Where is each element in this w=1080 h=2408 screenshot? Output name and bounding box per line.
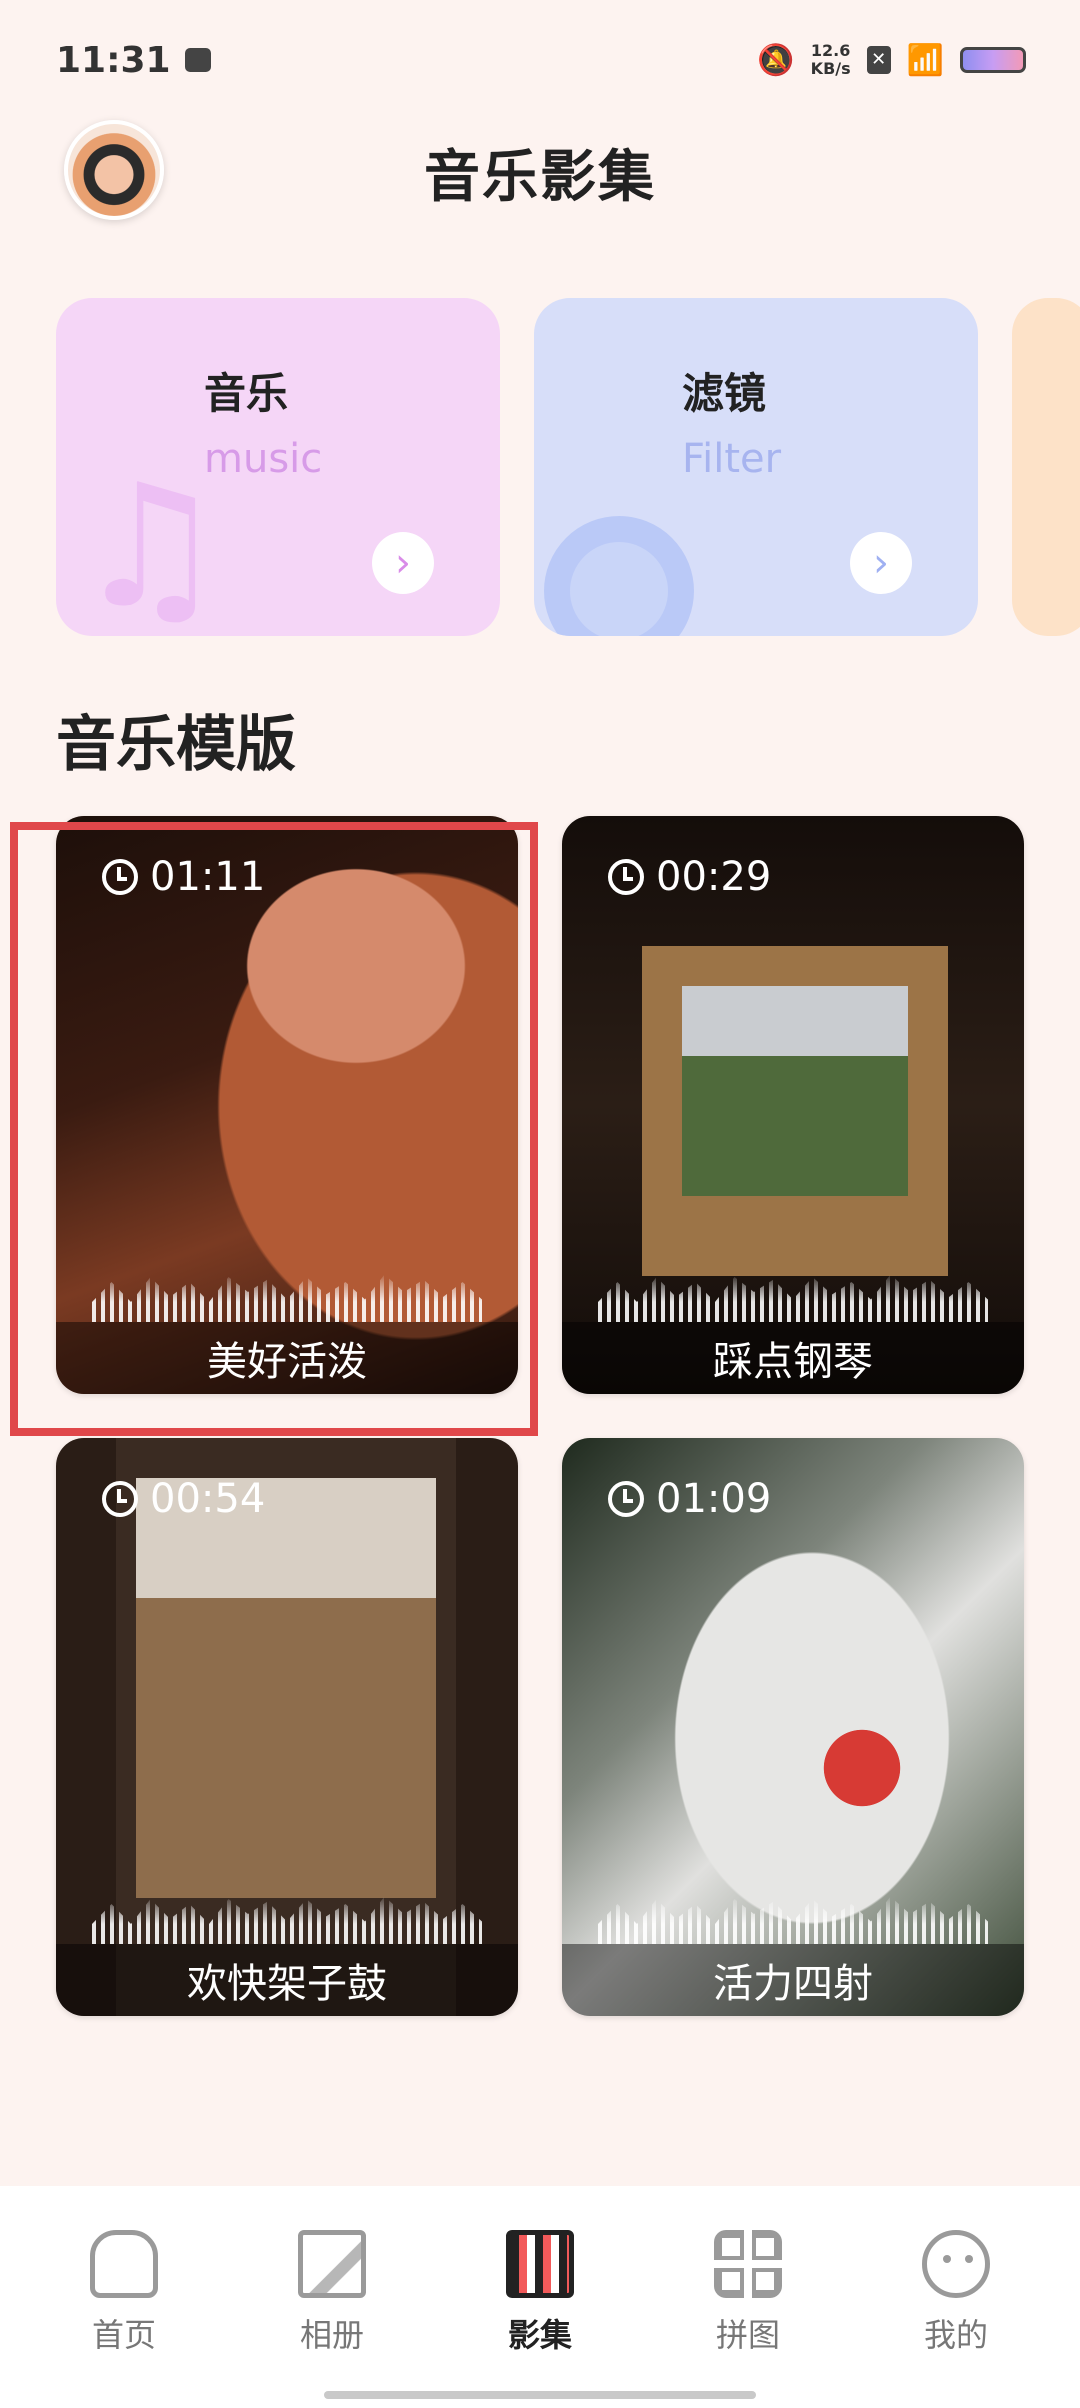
network-speed-unit: KB/s <box>810 59 851 78</box>
duration-text: 00:54 <box>150 1476 266 1522</box>
duration-text: 01:11 <box>150 854 266 900</box>
feature-card-filter[interactable]: 滤镜 Filter › <box>534 298 978 636</box>
template-duration: 01:11 <box>102 854 265 900</box>
feature-card-subtitle: Filter <box>682 436 782 482</box>
wifi-icon: 📶 <box>906 42 944 78</box>
nav-item-puzzle[interactable]: 拼图 <box>658 2186 838 2408</box>
clock-icon <box>608 1481 644 1517</box>
status-right: 🔕 12.6 KB/s ✕ 📶 <box>757 42 1026 78</box>
nav-label: 拼图 <box>715 2316 780 2354</box>
nav-item-home[interactable]: 首页 <box>34 2186 214 2408</box>
template-label: 美好活泼 <box>56 1322 518 1394</box>
home-icon <box>90 2230 158 2298</box>
template-card[interactable]: 01:11 美好活泼 <box>56 816 518 1394</box>
puzzle-grid-icon <box>714 2230 782 2298</box>
feature-card-music[interactable]: ♫ 音乐 music › <box>56 298 500 636</box>
album-icon <box>298 2230 366 2298</box>
bottom-nav: 首页 相册 影集 拼图 我的 <box>0 2186 1080 2408</box>
chevron-right-icon[interactable]: › <box>372 532 434 594</box>
status-bar: 11:31 🔕 12.6 KB/s ✕ 📶 <box>0 0 1080 120</box>
template-card[interactable]: 00:54 欢快架子鼓 <box>56 1438 518 2016</box>
filter-icon <box>544 516 694 636</box>
battery-icon <box>960 47 1026 73</box>
duration-text: 00:29 <box>656 854 772 900</box>
mute-icon: 🔕 <box>757 42 795 78</box>
status-left: 11:31 <box>56 40 211 81</box>
clock-icon <box>102 859 138 895</box>
template-card[interactable]: 01:09 活力四射 <box>562 1438 1024 2016</box>
network-speed: 12.6 KB/s <box>811 42 851 78</box>
clock-icon <box>102 1481 138 1517</box>
feature-card-partial[interactable] <box>1012 298 1080 636</box>
template-label: 欢快架子鼓 <box>56 1944 518 2016</box>
home-indicator[interactable] <box>324 2391 756 2399</box>
feature-card-title: 音乐 <box>204 369 289 418</box>
template-label: 踩点钢琴 <box>562 1322 1024 1394</box>
network-speed-value: 12.6 <box>810 41 851 60</box>
header: 音乐影集 <box>0 120 1080 230</box>
chevron-right-icon[interactable]: › <box>850 532 912 594</box>
nav-label: 首页 <box>91 2316 156 2354</box>
waveform-icon <box>598 1896 988 1944</box>
duration-text: 01:09 <box>656 1476 772 1522</box>
film-reel-icon <box>506 2230 574 2298</box>
profile-icon <box>922 2230 990 2298</box>
nav-item-album[interactable]: 相册 <box>242 2186 422 2408</box>
template-label: 活力四射 <box>562 1944 1024 2016</box>
nav-item-me[interactable]: 我的 <box>866 2186 1046 2408</box>
message-notification-icon <box>184 48 211 72</box>
section-title: 音乐模版 <box>56 710 296 780</box>
feature-card-title: 滤镜 <box>682 369 767 418</box>
nav-item-collection[interactable]: 影集 <box>450 2186 630 2408</box>
waveform-icon <box>598 1274 988 1322</box>
clock-icon <box>608 859 644 895</box>
nav-label: 我的 <box>923 2316 988 2354</box>
feature-cards: ♫ 音乐 music › 滤镜 Filter › <box>56 298 1080 638</box>
nav-label: 相册 <box>299 2316 364 2354</box>
status-time: 11:31 <box>56 39 171 81</box>
page-title: 音乐影集 <box>424 145 656 210</box>
template-duration: 00:29 <box>608 854 771 900</box>
nav-label: 影集 <box>507 2316 572 2354</box>
template-card[interactable]: 00:29 踩点钢琴 <box>562 816 1024 1394</box>
template-duration: 01:09 <box>608 1476 771 1522</box>
template-duration: 00:54 <box>102 1476 265 1522</box>
feature-card-subtitle: music <box>204 436 323 482</box>
waveform-icon <box>92 1896 482 1944</box>
waveform-icon <box>92 1274 482 1322</box>
no-sim-icon: ✕ <box>866 46 891 74</box>
